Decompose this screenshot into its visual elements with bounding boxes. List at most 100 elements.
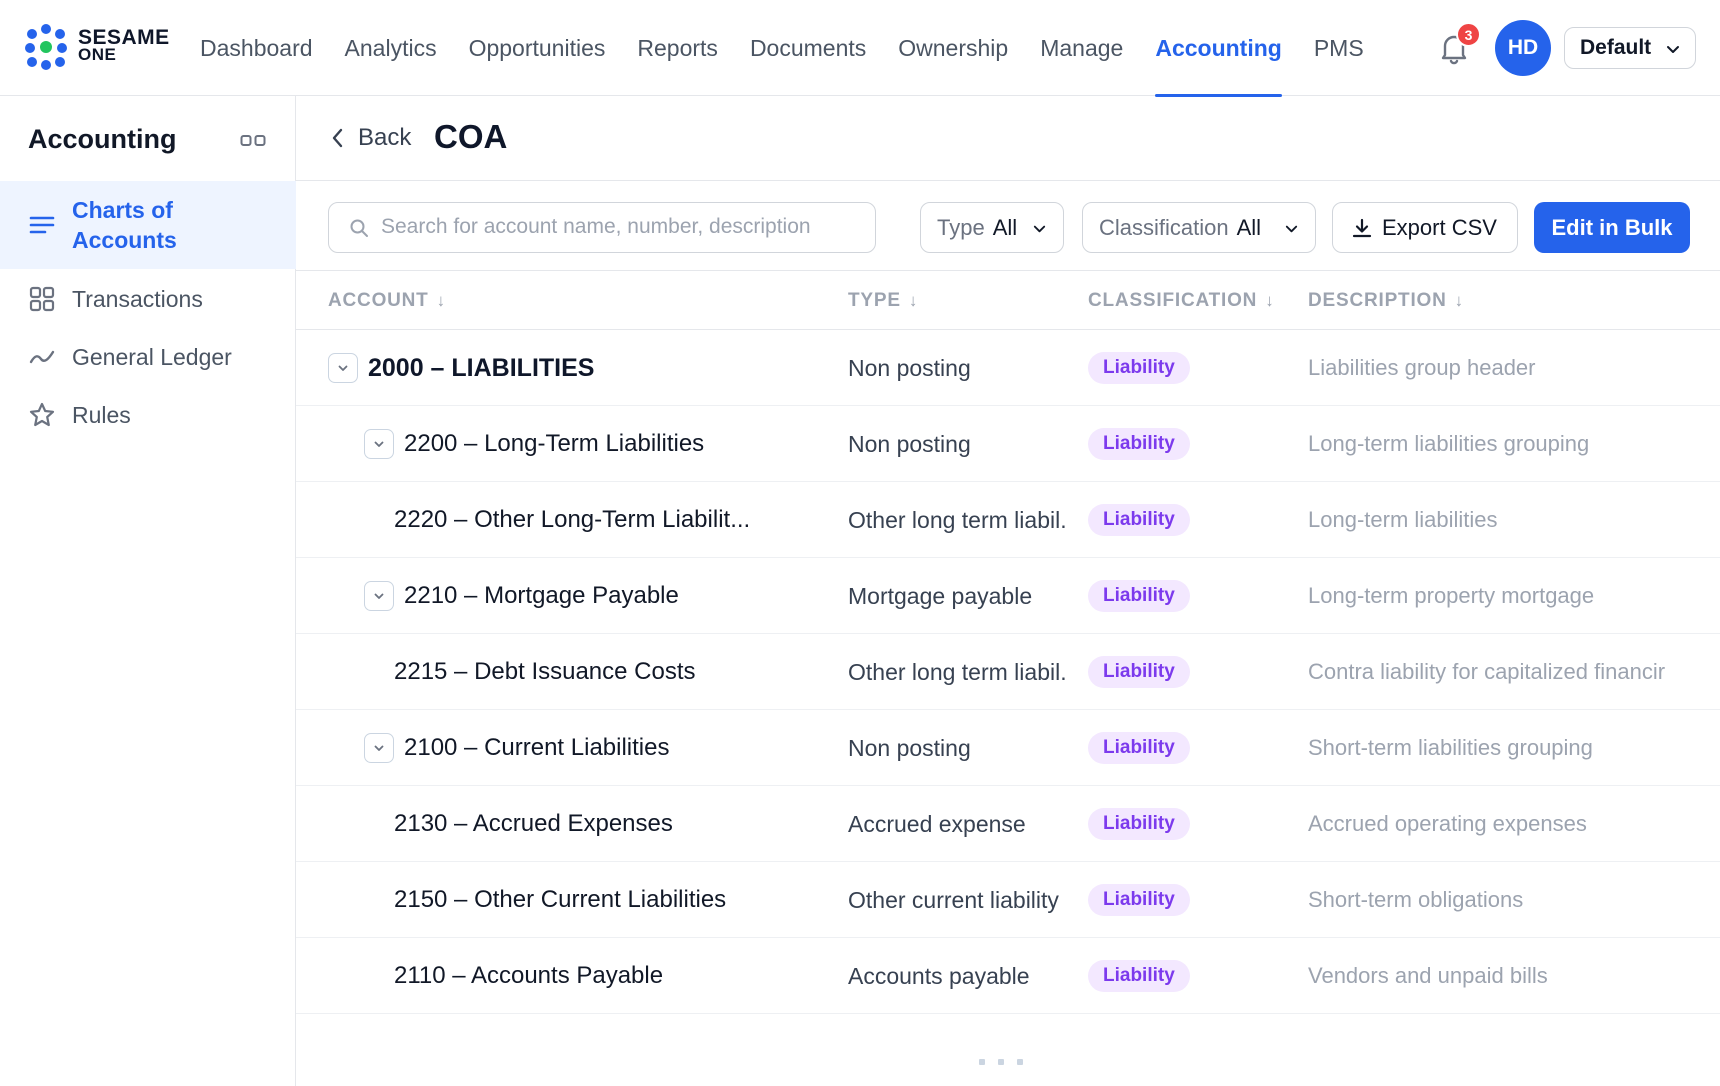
nav-documents[interactable]: Documents (734, 0, 882, 96)
table-row[interactable]: 2220 – Other Long-Term Liabilit... Other … (296, 482, 1720, 558)
column-header-account[interactable]: ACCOUNT ↓ (328, 271, 446, 330)
table-row[interactable]: 2210 – Mortgage Payable Mortgage payable L… (296, 558, 1720, 634)
account-type: Other long term liabil. (848, 658, 1067, 685)
sort-arrow-icon: ↓ (1265, 290, 1275, 310)
search-input[interactable] (381, 205, 861, 249)
account-description: Short-term liabilities grouping (1308, 735, 1593, 760)
account-description: Long-term liabilities grouping (1308, 431, 1590, 456)
sidebar-item-label: Rules (72, 401, 131, 428)
sort-arrow-icon: ↓ (436, 290, 446, 310)
main-nav: Dashboard Analytics Opportunities Report… (184, 0, 1380, 97)
nav-pms[interactable]: PMS (1298, 0, 1380, 96)
classification-badge: Liability (1088, 656, 1190, 688)
search-box[interactable] (328, 202, 876, 253)
type-filter-label: Type (937, 214, 985, 240)
column-header-label: ACCOUNT (328, 289, 429, 311)
type-filter-value: All (992, 214, 1018, 240)
table-row[interactable]: 2150 – Other Current Liabilities Other cu… (296, 862, 1720, 938)
grid-icon (29, 286, 55, 312)
sidebar-item-transactions[interactable]: Transactions (0, 275, 296, 323)
nav-accounting[interactable]: Accounting (1139, 0, 1298, 97)
classification-cell: Liability (1088, 406, 1208, 482)
classification-filter[interactable]: Classification All (1082, 202, 1316, 253)
account-name[interactable]: 2220 – Other Long-Term Liabilit... (394, 482, 832, 558)
chevron-down-icon (1667, 46, 1679, 53)
search-icon (350, 219, 368, 237)
sidebar-item-label: General Ledger (72, 343, 232, 370)
account-description: Short-term obligations (1308, 887, 1524, 912)
account-type: Other long term liabil. (848, 506, 1067, 533)
table-row[interactable]: 2110 – Accounts Payable Accounts payable L… (296, 938, 1720, 1014)
account-name[interactable]: 2150 – Other Current Liabilities (394, 862, 832, 938)
profile-selector[interactable]: Default (1564, 27, 1696, 69)
brand-wordmark: SESAME ONE (78, 27, 170, 63)
account-name[interactable]: 2110 – Accounts Payable (394, 938, 832, 1014)
chevron-down-icon (1285, 225, 1298, 233)
account-type: Mortgage payable (848, 582, 1033, 609)
sidebar-item-general-ledger[interactable]: General Ledger (0, 333, 296, 381)
sidebar: Accounting Charts of Accounts Transactio… (0, 96, 296, 1086)
column-header-label: TYPE (848, 289, 901, 311)
table-row[interactable]: 2000 – LIABILITIES Non posting Liability Li… (296, 330, 1720, 406)
nav-reports[interactable]: Reports (621, 0, 734, 96)
classification-badge: Liability (1088, 884, 1190, 916)
user-avatar[interactable]: HD (1495, 20, 1551, 76)
expand-toggle[interactable] (328, 353, 358, 383)
nav-ownership[interactable]: Ownership (882, 0, 1024, 96)
nav-manage[interactable]: Manage (1024, 0, 1139, 96)
account-type: Other current liability (848, 886, 1059, 913)
table-row[interactable]: 2200 – Long-Term Liabilities Non posting L… (296, 406, 1720, 482)
expand-toggle[interactable] (364, 581, 394, 611)
account-name[interactable]: 2200 – Long-Term Liabilities (404, 406, 832, 482)
account-type: Non posting (848, 354, 971, 381)
classification-badge: Liability (1088, 808, 1190, 840)
account-description: Contra liability for capitalized financi… (1308, 659, 1666, 684)
account-name[interactable]: 2000 – LIABILITIES (368, 330, 832, 406)
column-header-type[interactable]: TYPE ↓ (848, 271, 918, 330)
edit-in-bulk-button[interactable]: Edit in Bulk (1534, 202, 1690, 253)
export-csv-label: Export CSV (1382, 214, 1497, 240)
expand-toggle[interactable] (364, 733, 394, 763)
sidebar-item-rules[interactable]: Rules (0, 391, 296, 439)
column-header-classification[interactable]: CLASSIFICATION ↓ (1088, 271, 1275, 330)
chevron-down-icon (374, 593, 384, 599)
collapse-sidebar-icon[interactable] (240, 134, 266, 148)
classification-badge: Liability (1088, 732, 1190, 764)
account-name[interactable]: 2215 – Debt Issuance Costs (394, 634, 832, 710)
classification-filter-value: All (1236, 214, 1262, 240)
classification-cell: Liability (1088, 330, 1208, 406)
table-row[interactable]: 2100 – Current Liabilities Non posting Lia… (296, 710, 1720, 786)
account-type: Accounts payable (848, 962, 1030, 989)
nav-opportunities[interactable]: Opportunities (453, 0, 622, 96)
back-button[interactable]: Back (330, 124, 411, 152)
account-name[interactable]: 2130 – Accrued Expenses (394, 786, 832, 862)
nav-dashboard[interactable]: Dashboard (184, 0, 329, 96)
chevron-left-icon (332, 128, 343, 148)
list-icon (29, 216, 55, 234)
sidebar-item-charts-of-accounts[interactable]: Charts of Accounts (0, 181, 296, 269)
account-type: Non posting (848, 734, 971, 761)
sort-arrow-icon: ↓ (1454, 290, 1464, 310)
main-content: Back COA Type All Classification All Exp… (296, 96, 1720, 1086)
star-icon (29, 402, 55, 427)
type-filter[interactable]: Type All (920, 202, 1064, 253)
brand-logo[interactable]: SESAME ONE (24, 24, 174, 70)
account-name[interactable]: 2100 – Current Liabilities (404, 710, 832, 786)
trend-icon (29, 350, 55, 364)
table-row[interactable]: 2215 – Debt Issuance Costs Other long ter… (296, 634, 1720, 710)
nav-analytics[interactable]: Analytics (329, 0, 453, 96)
export-csv-button[interactable]: Export CSV (1332, 202, 1518, 253)
sesame-logo-icon (25, 24, 67, 70)
account-type: Accrued expense (848, 810, 1026, 837)
column-header-description[interactable]: DESCRIPTION ↓ (1308, 271, 1464, 330)
account-name[interactable]: 2210 – Mortgage Payable (404, 558, 832, 634)
classification-cell: Liability (1088, 862, 1208, 938)
account-description: Long-term property mortgage (1308, 583, 1595, 608)
page-header: Back COA (296, 96, 1720, 181)
toolbar: Type All Classification All Export CSV E… (296, 181, 1720, 271)
expand-toggle[interactable] (364, 429, 394, 459)
account-description: Long-term liabilities (1308, 507, 1498, 532)
classification-filter-label: Classification (1099, 214, 1229, 240)
chevron-down-icon (338, 365, 348, 371)
table-row[interactable]: 2130 – Accrued Expenses Accrued expense Li… (296, 786, 1720, 862)
